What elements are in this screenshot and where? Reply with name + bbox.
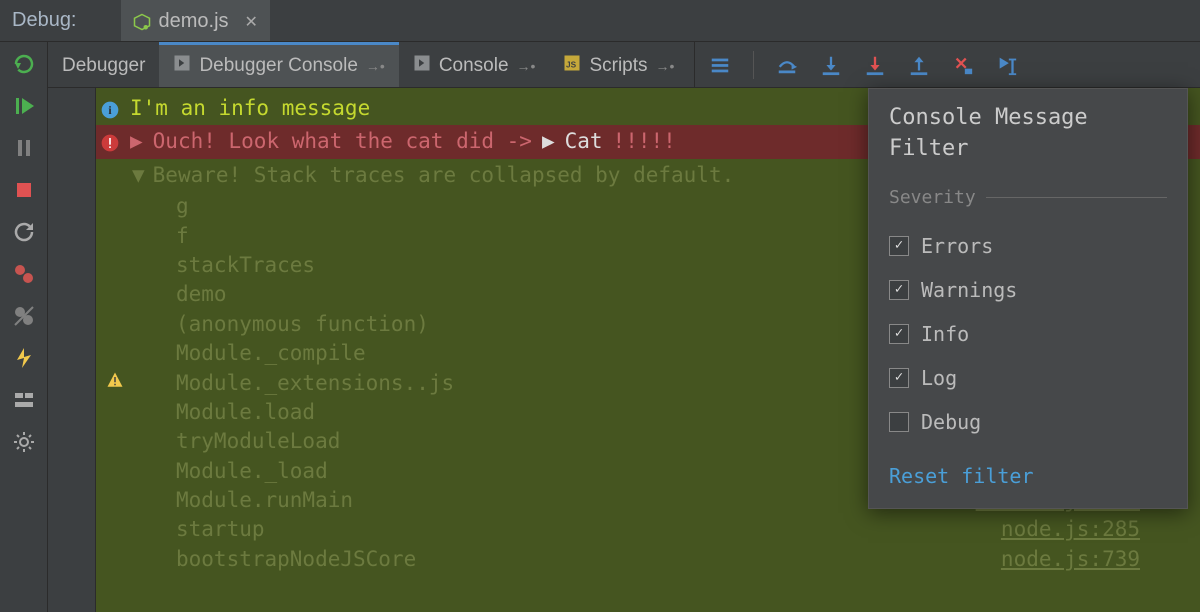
refresh-icon[interactable] (12, 220, 36, 244)
stack-header-text: Beware! Stack traces are collapsed by de… (153, 161, 735, 190)
stack-location-link[interactable]: node.js:285 (1001, 515, 1140, 544)
stack-function: Module._compile (176, 339, 366, 368)
debug-label: Debug: (6, 9, 91, 32)
stack-function: Module._load (176, 457, 328, 486)
nodejs-icon (133, 13, 151, 31)
run-to-cursor-icon[interactable] (996, 54, 1018, 76)
stack-function: Module._extensions..js (176, 369, 454, 398)
filter-label: Info (921, 320, 969, 348)
console-gutter (48, 88, 96, 612)
filter-check-info[interactable]: Info (889, 312, 1167, 356)
console-block-icon (413, 54, 431, 78)
collapse-triangle-icon[interactable]: ▼ (132, 161, 145, 190)
stack-function: bootstrapNodeJSCore (176, 545, 416, 574)
tab-label: Debugger Console (199, 55, 357, 77)
resume-icon[interactable] (12, 94, 36, 118)
stack-trace-row: startup node.js:285 (176, 515, 1200, 544)
stack-function: Module.load (176, 398, 315, 427)
breakpoints-icon[interactable] (12, 262, 36, 286)
filter-check-errors[interactable]: Errors (889, 224, 1167, 268)
mute-breakpoints-icon[interactable] (12, 304, 36, 328)
file-tab-label: demo.js (159, 10, 229, 33)
info-icon: i (100, 99, 120, 119)
stack-function: (anonymous function) (176, 310, 429, 339)
stack-function: startup (176, 515, 265, 544)
stack-function: tryModuleLoad (176, 427, 340, 456)
scratches-icon[interactable] (12, 346, 36, 370)
reset-filter-link[interactable]: Reset filter (889, 462, 1167, 490)
stack-function: stackTraces (176, 251, 315, 280)
pin-icon[interactable]: →• (656, 58, 675, 74)
pin-icon[interactable]: →• (517, 58, 536, 74)
error-object[interactable]: Cat (565, 127, 603, 156)
expand-triangle-icon[interactable]: ▶ (130, 127, 143, 156)
info-text: I'm an info message (130, 94, 370, 123)
show-frames-icon[interactable] (709, 54, 731, 76)
stack-function: f (176, 222, 189, 251)
checkbox-icon[interactable] (889, 280, 909, 300)
tab-label: Debugger (62, 55, 145, 77)
filter-label: Warnings (921, 276, 1017, 304)
close-icon[interactable]: ✕ (237, 12, 258, 32)
console-output: i I'm an info message ▶ Ouch! Look what … (96, 88, 1200, 612)
step-out-icon[interactable] (908, 54, 930, 76)
filter-check-debug[interactable]: Debug (889, 400, 1167, 444)
js-file-icon: JS (563, 54, 581, 78)
filter-section: Severity (889, 185, 1167, 210)
checkbox-icon[interactable] (889, 236, 909, 256)
error-text: Ouch! Look what the cat did -> (153, 127, 532, 156)
filter-check-log[interactable]: Log (889, 356, 1167, 400)
step-into-icon[interactable] (820, 54, 842, 76)
file-tab-demojs[interactable]: demo.js ✕ (121, 0, 270, 41)
step-over-icon[interactable] (776, 54, 798, 76)
stack-function: demo (176, 280, 227, 309)
checkbox-icon[interactable] (889, 324, 909, 344)
stack-function: Module.runMain (176, 486, 353, 515)
rerun-icon[interactable] (12, 52, 36, 76)
tab-label: Console (439, 55, 509, 77)
svg-text:JS: JS (566, 61, 577, 70)
error-icon (100, 132, 120, 152)
debugger-tabs: Debugger Debugger Console →• Console →• … (48, 42, 1200, 88)
layout-icon[interactable] (12, 388, 36, 412)
tab-label: Scripts (589, 55, 647, 77)
filter-popup: Console Message Filter Severity Errors Wa… (868, 88, 1188, 509)
filter-title: Console Message Filter (889, 103, 1167, 165)
warning-icon (106, 368, 124, 397)
console-block-icon (173, 54, 191, 78)
checkbox-icon[interactable] (889, 412, 909, 432)
tab-debugger[interactable]: Debugger (48, 42, 159, 87)
error-suffix: !!!!! (613, 127, 676, 156)
tab-scripts[interactable]: JS Scripts →• (549, 42, 688, 87)
debugger-step-tools (694, 42, 1032, 87)
pause-icon[interactable] (12, 136, 36, 160)
filter-label: Debug (921, 408, 981, 436)
settings-icon[interactable] (12, 430, 36, 454)
filter-label: Log (921, 364, 957, 392)
stop-icon[interactable] (12, 178, 36, 202)
filter-label: Errors (921, 232, 993, 260)
drop-frame-icon[interactable] (952, 54, 974, 76)
filter-check-warnings[interactable]: Warnings (889, 268, 1167, 312)
stack-function: g (176, 192, 189, 221)
tab-debugger-console[interactable]: Debugger Console →• (159, 42, 398, 87)
checkbox-icon[interactable] (889, 368, 909, 388)
expand-triangle-icon[interactable]: ▶ (542, 127, 555, 156)
stack-location-link[interactable]: node.js:739 (1001, 545, 1140, 574)
left-toolbar (0, 42, 48, 612)
tab-console[interactable]: Console →• (399, 42, 550, 87)
force-step-into-icon[interactable] (864, 54, 886, 76)
top-bar: Debug: demo.js ✕ (0, 0, 1200, 42)
pin-icon[interactable]: →• (366, 58, 385, 74)
stack-trace-row: bootstrapNodeJSCore node.js:739 (176, 545, 1200, 574)
